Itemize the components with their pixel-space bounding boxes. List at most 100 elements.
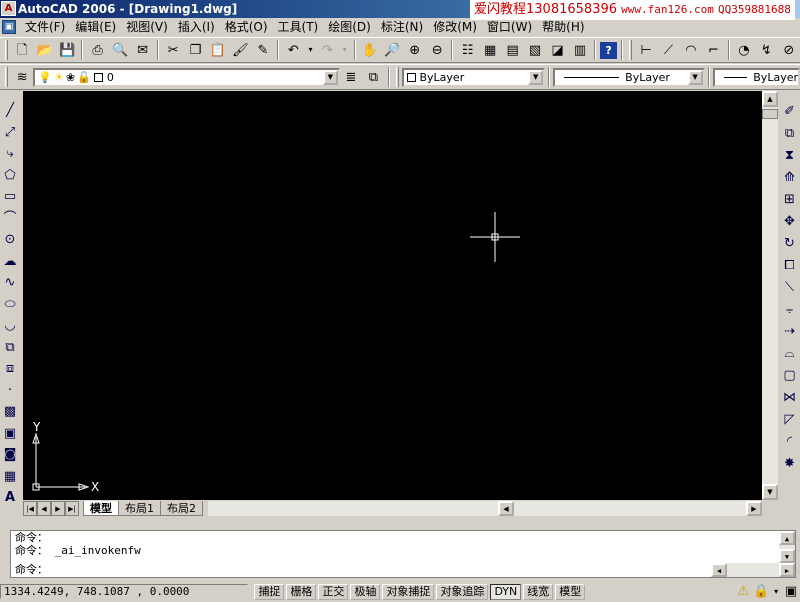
communication-center-icon[interactable]: ⚠ <box>735 584 751 600</box>
ellipse-arc-icon[interactable]: ◡ <box>1 315 20 337</box>
match-properties-icon[interactable]: 🖌 <box>230 40 250 61</box>
circle-icon[interactable]: ⊙ <box>1 229 20 251</box>
calculator-icon[interactable]: ▥ <box>570 40 590 61</box>
command-hscrollbar[interactable]: ◀ ▶ <box>711 563 795 577</box>
rectangle-icon[interactable]: ▭ <box>1 186 20 208</box>
scroll-up-icon[interactable]: ▲ <box>762 91 778 107</box>
copy-object-icon[interactable]: ⧉ <box>780 122 799 144</box>
ordinate-dimension-icon[interactable]: ⌐ <box>703 40 723 61</box>
scroll-down-icon[interactable]: ▼ <box>762 484 778 500</box>
tool-palettes-icon[interactable]: ▤ <box>502 40 522 61</box>
save-icon[interactable]: 💾 <box>57 40 77 61</box>
menu-view[interactable]: 视图(V) <box>121 18 173 36</box>
status-menu-icon[interactable]: ▾ <box>771 581 781 602</box>
erase-icon[interactable]: ✐ <box>780 100 799 122</box>
layer-lock-icon[interactable]: 🔓 <box>77 71 91 84</box>
layer-dropdown-icon[interactable]: ▼ <box>322 69 338 85</box>
ortho-toggle[interactable]: 正交 <box>318 583 349 600</box>
open-icon[interactable]: 📂 <box>34 40 54 61</box>
tab-layout2[interactable]: 布局2 <box>160 501 203 516</box>
publish-icon[interactable]: ✉ <box>132 40 152 61</box>
extend-icon[interactable]: ⇢ <box>780 320 799 342</box>
multiline-text-icon[interactable]: A <box>1 487 20 509</box>
chamfer-icon[interactable]: ◸ <box>780 408 799 430</box>
aligned-dimension-icon[interactable]: ⟋ <box>658 40 678 61</box>
horizontal-scrollbar[interactable]: ◀ ▶ <box>208 501 762 516</box>
autocad-app-icon[interactable]: A <box>1 1 16 16</box>
first-tab-icon[interactable]: |◀ <box>23 501 37 516</box>
construction-line-icon[interactable]: ⤢ <box>1 122 20 144</box>
redo-icon[interactable]: ↷ <box>317 40 337 61</box>
dyn-toggle[interactable]: DYN <box>490 583 522 600</box>
prev-tab-icon[interactable]: ◀ <box>37 501 51 516</box>
block-editor-icon[interactable]: ✎ <box>253 40 273 61</box>
print-preview-icon[interactable]: 🔍 <box>110 40 130 61</box>
menu-modify[interactable]: 修改(M) <box>428 18 482 36</box>
undo-icon[interactable]: ↶ <box>283 40 303 61</box>
spline-icon[interactable]: ∿ <box>1 272 20 294</box>
snap-toggle[interactable]: 捕捉 <box>254 583 285 600</box>
revision-cloud-icon[interactable]: ☁ <box>1 251 20 273</box>
break-icon[interactable]: ▢ <box>780 364 799 386</box>
stretch-icon[interactable]: ⟍ <box>780 276 799 298</box>
tab-layout1[interactable]: 布局1 <box>118 501 161 516</box>
menu-tools[interactable]: 工具(T) <box>273 18 324 36</box>
command-scroll-right-icon[interactable]: ▶ <box>779 563 795 577</box>
otrack-toggle[interactable]: 对象追踪 <box>436 583 489 600</box>
mirror-icon[interactable]: ⧗ <box>780 144 799 166</box>
line-icon[interactable]: ╱ <box>1 100 20 122</box>
grid-toggle[interactable]: 栅格 <box>286 583 317 600</box>
hatch-icon[interactable]: ▩ <box>1 401 20 423</box>
drawing-area[interactable]: Y X <box>23 91 762 500</box>
menu-format[interactable]: 格式(O) <box>220 18 273 36</box>
arc-length-icon[interactable]: ◠ <box>681 40 701 61</box>
design-center-icon[interactable]: ▦ <box>480 40 500 61</box>
properties-icon[interactable]: ☷ <box>457 40 477 61</box>
move-icon[interactable]: ✥ <box>780 210 799 232</box>
command-scroll-down-icon[interactable]: ▼ <box>779 549 795 563</box>
layer-viewport-icon[interactable]: ❀ <box>66 71 75 84</box>
last-tab-icon[interactable]: ▶| <box>65 501 79 516</box>
scroll-left-icon[interactable]: ◀ <box>498 501 514 516</box>
toolbar-lock-icon[interactable]: 🔒 <box>753 584 769 600</box>
menu-help[interactable]: 帮助(H) <box>537 18 589 36</box>
join-icon[interactable]: ⋈ <box>780 386 799 408</box>
redo-dropdown-icon[interactable]: ▾ <box>340 40 350 61</box>
markup-icon[interactable]: ◪ <box>547 40 567 61</box>
zoom-previous-icon[interactable]: ⊖ <box>427 40 447 61</box>
gradient-icon[interactable]: ▣ <box>1 423 20 445</box>
model-space-toggle[interactable]: 模型 <box>555 583 586 600</box>
make-object-layer-current-icon[interactable]: ≣ <box>341 67 361 88</box>
menu-dimension[interactable]: 标注(N) <box>376 18 428 36</box>
help-icon[interactable]: ? <box>600 41 617 59</box>
layer-manager-icon[interactable]: ≋ <box>12 67 32 88</box>
layer-thaw-icon[interactable]: ☀ <box>54 71 64 84</box>
polyline-icon[interactable]: ⤷ <box>1 143 20 165</box>
command-prompt[interactable]: 命令： <box>11 563 795 576</box>
make-block-icon[interactable]: ⧈ <box>1 358 20 380</box>
offset-icon[interactable]: ⟰ <box>780 166 799 188</box>
linear-dimension-icon[interactable]: ⊢ <box>636 40 656 61</box>
command-window[interactable]: 命令： 命令： _ai_invokenfw 命令： ▲ ▼ ◀ ▶ <box>10 530 796 578</box>
toolbar-grip[interactable] <box>5 40 8 60</box>
paste-icon[interactable]: 📋 <box>208 40 228 61</box>
scroll-right-icon[interactable]: ▶ <box>746 501 762 516</box>
document-icon[interactable]: ▣ <box>2 20 16 34</box>
command-scrollbar[interactable]: ▲ ▼ <box>779 531 795 563</box>
menu-edit[interactable]: 编辑(E) <box>70 18 121 36</box>
trim-icon[interactable]: ⨪ <box>780 298 799 320</box>
scroll-thumb[interactable] <box>762 109 778 119</box>
point-icon[interactable]: · <box>1 380 20 402</box>
copy-icon[interactable]: ❐ <box>185 40 205 61</box>
table-icon[interactable]: ▦ <box>1 466 20 488</box>
command-scroll-left-icon[interactable]: ◀ <box>711 563 727 577</box>
color-control[interactable]: ByLayer ▼ <box>401 67 546 87</box>
zoom-realtime-icon[interactable]: 🔎 <box>382 40 402 61</box>
zoom-window-icon[interactable]: ⊕ <box>405 40 425 61</box>
undo-dropdown-icon[interactable]: ▾ <box>306 40 316 61</box>
command-scroll-up-icon[interactable]: ▲ <box>779 531 795 545</box>
pan-realtime-icon[interactable]: ✋ <box>360 40 380 61</box>
clean-screen-icon[interactable]: ▣ <box>783 584 799 600</box>
region-icon[interactable]: ◙ <box>1 444 20 466</box>
tab-model[interactable]: 模型 <box>83 501 119 516</box>
